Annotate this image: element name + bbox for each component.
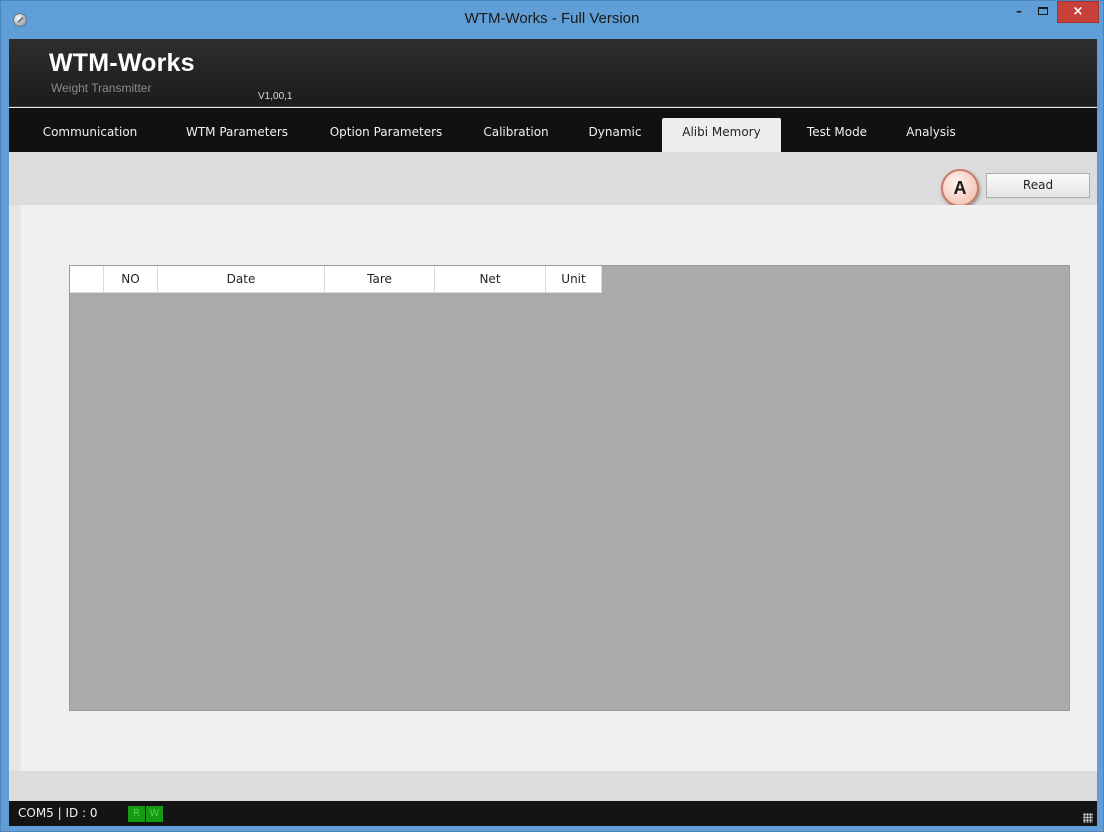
tab-dynamic[interactable]: Dynamic bbox=[577, 118, 653, 152]
callout-marker: A bbox=[941, 169, 979, 207]
resize-grip-icon[interactable] bbox=[1083, 813, 1093, 823]
column-header-date[interactable]: Date bbox=[158, 266, 325, 293]
tx-indicator: W bbox=[146, 806, 163, 822]
column-header-unit[interactable]: Unit bbox=[546, 266, 602, 293]
column-header-net[interactable]: Net bbox=[435, 266, 546, 293]
tab-calibration[interactable]: Calibration bbox=[473, 118, 559, 152]
footer-spacer bbox=[9, 771, 1097, 801]
toolbar: Read A bbox=[9, 152, 1097, 207]
alibi-data-grid[interactable]: NO Date Tare Net Unit bbox=[69, 265, 1070, 711]
connection-status: COM5 | ID : 0 bbox=[18, 806, 98, 820]
column-header-tare[interactable]: Tare bbox=[325, 266, 435, 293]
close-button[interactable]: × bbox=[1057, 1, 1099, 23]
title-bar[interactable]: WTM-Works - Full Version – × bbox=[1, 1, 1103, 39]
version-label: V1,00,1 bbox=[258, 91, 293, 102]
tab-analysis[interactable]: Analysis bbox=[895, 118, 967, 152]
row-selector-header[interactable] bbox=[70, 266, 104, 293]
read-button[interactable]: Read bbox=[986, 173, 1090, 198]
rx-indicator: R bbox=[128, 806, 145, 822]
minimize-button[interactable]: – bbox=[1007, 1, 1031, 23]
tab-bar: Communication WTM Parameters Option Para… bbox=[9, 108, 1097, 152]
app-window: WTM-Works - Full Version – × WTM-Works W… bbox=[0, 0, 1104, 832]
tab-alibi-memory[interactable]: Alibi Memory bbox=[662, 118, 781, 152]
maximize-icon bbox=[1038, 7, 1048, 15]
client-area: WTM-Works Weight Transmitter V1,00,1 Com… bbox=[9, 39, 1097, 826]
brand-subtitle: Weight Transmitter bbox=[51, 81, 152, 95]
tab-communication[interactable]: Communication bbox=[31, 118, 149, 152]
maximize-button[interactable] bbox=[1031, 1, 1055, 23]
tab-option-parameters[interactable]: Option Parameters bbox=[317, 118, 455, 152]
brand-title: WTM-Works bbox=[49, 49, 195, 77]
brand-header: WTM-Works Weight Transmitter V1,00,1 bbox=[9, 39, 1097, 107]
tab-wtm-parameters[interactable]: WTM Parameters bbox=[169, 118, 305, 152]
tab-test-mode[interactable]: Test Mode bbox=[793, 118, 881, 152]
window-title: WTM-Works - Full Version bbox=[464, 10, 640, 27]
grid-header: NO Date Tare Net Unit bbox=[70, 266, 602, 293]
alibi-memory-panel: NO Date Tare Net Unit bbox=[21, 205, 1097, 771]
column-header-no[interactable]: NO bbox=[104, 266, 158, 293]
status-bar: COM5 | ID : 0 R W bbox=[9, 801, 1097, 826]
